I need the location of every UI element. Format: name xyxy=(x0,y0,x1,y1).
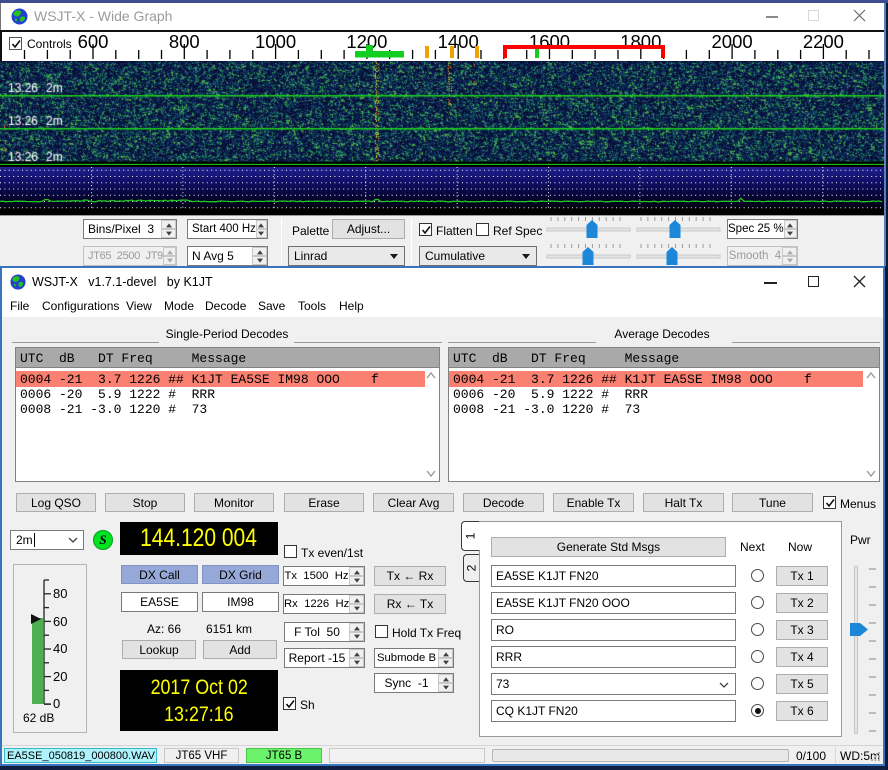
svg-text:80: 80 xyxy=(53,586,67,601)
svg-text:0: 0 xyxy=(53,696,60,711)
svg-text:20: 20 xyxy=(53,669,67,684)
svg-text:60: 60 xyxy=(53,614,67,629)
svg-text:40: 40 xyxy=(53,641,67,656)
